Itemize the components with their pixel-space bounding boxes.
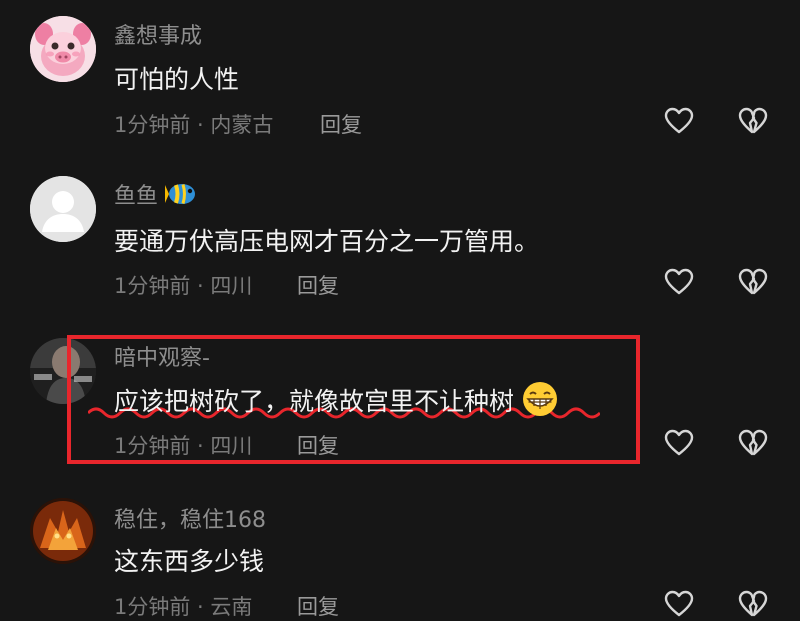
comment-meta: 1分钟前 · 云南	[114, 595, 253, 619]
comment-meta: 1分钟前 · 内蒙古	[114, 113, 274, 137]
comment-text: 可怕的人性	[114, 65, 240, 94]
comment-item: 鑫想事成 可怕的人性 1分钟前 · 内蒙古 回复	[0, 0, 800, 160]
comment-item: 鱼鱼 要通万伏高压电网才百分之一万管用。 1分钟前 · 四川 回复	[0, 160, 800, 419]
username[interactable]: 鱼鱼	[114, 178, 197, 210]
heart-outline-icon[interactable]	[664, 429, 694, 457]
broken-heart-icon[interactable]	[738, 268, 768, 296]
pink-pig-avatar-icon	[30, 16, 96, 82]
default-user-icon	[30, 176, 96, 242]
heart-outline-icon[interactable]	[664, 268, 694, 296]
username[interactable]: 鑫想事成	[114, 18, 202, 50]
avatar[interactable]	[30, 498, 96, 564]
reply-button[interactable]: 回复	[320, 109, 362, 139]
heart-outline-icon[interactable]	[664, 590, 694, 618]
broken-heart-icon[interactable]	[738, 590, 768, 618]
comment-meta: 1分钟前 · 四川	[114, 274, 253, 298]
avatar[interactable]	[30, 16, 96, 82]
comment-item: 稳住，稳住168 这东西多少钱 1分钟前 · 云南 回复	[0, 480, 800, 619]
username-text: 鱼鱼	[114, 184, 159, 209]
reply-button[interactable]: 回复	[297, 270, 339, 300]
red-highlight-box	[67, 335, 640, 464]
fiery-character-avatar-icon	[30, 498, 96, 564]
reply-button[interactable]: 回复	[297, 591, 339, 621]
broken-heart-icon[interactable]	[738, 107, 768, 135]
avatar[interactable]	[30, 176, 96, 242]
username[interactable]: 稳住，稳住168	[114, 502, 266, 534]
comment-text: 要通万伏高压电网才百分之一万管用。	[114, 227, 540, 256]
comment-text: 这东西多少钱	[114, 547, 265, 576]
broken-heart-icon[interactable]	[738, 429, 768, 457]
tropical-fish-icon	[165, 184, 196, 204]
heart-outline-icon[interactable]	[664, 107, 694, 135]
